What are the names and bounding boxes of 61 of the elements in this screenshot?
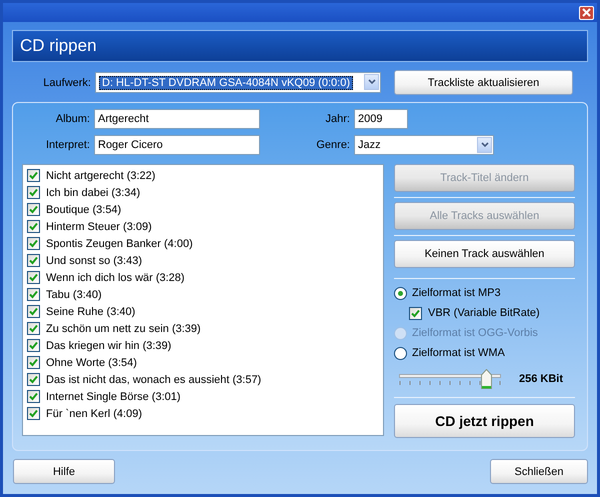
checkbox[interactable] <box>27 407 40 420</box>
checkbox[interactable] <box>27 288 40 301</box>
drive-label: Laufwerk: <box>42 76 92 88</box>
text-field[interactable]: 2009 <box>354 109 408 129</box>
radio-button[interactable] <box>394 286 407 300</box>
track-label[interactable]: Für `nen Kerl (4:09) <box>46 408 142 420</box>
track-label[interactable]: Spontis Zeugen Banker (4:00) <box>46 238 193 250</box>
track-label[interactable]: Das kriegen wir hin (3:39) <box>46 340 172 352</box>
refresh-tracklist-button[interactable]: Trackliste aktualisieren <box>394 70 573 95</box>
track-label[interactable]: Und sonst so (3:43) <box>46 254 142 266</box>
track-label[interactable]: Internet Single Börse (3:01) <box>46 390 181 402</box>
track-label[interactable]: Ohne Worte (3:54) <box>46 356 137 368</box>
checkbox[interactable] <box>27 305 40 318</box>
field-label: Jahr: <box>324 113 351 125</box>
vbr-label[interactable]: VBR (Variable BitRate) <box>428 307 540 319</box>
dropdown-button[interactable] <box>477 137 492 153</box>
track-label[interactable]: Boutique (3:54) <box>46 204 122 216</box>
action-button[interactable]: Keinen Track auswählen <box>394 240 575 268</box>
checkbox[interactable] <box>409 306 422 320</box>
track-label[interactable]: Das ist nicht das, wonach es aussieht (3:57) <box>46 374 262 386</box>
field-label: Album: <box>54 113 91 125</box>
chevron-down-icon <box>480 142 488 148</box>
format-label[interactable]: Zielformat ist WMA <box>412 347 505 359</box>
track-label[interactable]: Ich bin dabei (3:34) <box>46 186 140 198</box>
checkbox[interactable] <box>27 373 40 386</box>
track-label[interactable]: Nicht artgerecht (3:22) <box>46 170 156 182</box>
close-icon[interactable] <box>579 6 594 20</box>
track-label[interactable]: Hinterm Steuer (3:09) <box>46 220 152 232</box>
checkbox[interactable] <box>27 271 40 284</box>
checkbox[interactable] <box>27 237 40 250</box>
radio-button[interactable] <box>394 346 407 360</box>
field-label: Interpret: <box>44 139 91 151</box>
bitrate-slider[interactable] <box>399 369 501 389</box>
checkbox[interactable] <box>27 356 40 369</box>
checkbox[interactable] <box>27 339 40 352</box>
checkbox[interactable] <box>27 203 40 216</box>
track-label[interactable]: Seine Ruhe (3:40) <box>46 306 136 318</box>
bitrate-reading: 256 KBit <box>519 373 564 385</box>
checkbox[interactable] <box>27 186 40 199</box>
text-field[interactable]: Artgerecht <box>94 109 260 129</box>
checkbox[interactable] <box>27 254 40 267</box>
dialog-header: CD rippen <box>12 30 588 62</box>
track-label[interactable]: Tabu (3:40) <box>46 288 102 300</box>
track-label[interactable]: Wenn ich dich los wär (3:28) <box>46 272 185 284</box>
dropdown-button[interactable] <box>364 74 379 90</box>
format-label[interactable]: Zielformat ist MP3 <box>412 287 501 299</box>
text-field[interactable]: Roger Cicero <box>94 135 260 155</box>
rip-cd-button[interactable]: CD jetzt rippen <box>394 404 575 438</box>
tick-marks-icon <box>399 381 501 387</box>
help-button[interactable]: Hilfe <box>13 459 115 484</box>
genre-select[interactable]: Jazz <box>354 135 494 155</box>
field-label: Genre: <box>315 139 351 151</box>
drive-select[interactable]: D: HL-DT-ST DVDRAM GSA-4084N vKQ09 (0:0:0) <box>95 72 381 93</box>
track-label[interactable]: Zu schön um nett zu sein (3:39) <box>46 322 201 334</box>
checkbox[interactable] <box>27 220 40 233</box>
checkbox[interactable] <box>27 322 40 335</box>
checkbox[interactable] <box>27 390 40 403</box>
chevron-down-icon <box>368 79 376 85</box>
close-button[interactable]: Schließen <box>490 459 588 484</box>
checkbox[interactable] <box>27 169 40 182</box>
slider-thumb[interactable] <box>480 369 492 389</box>
